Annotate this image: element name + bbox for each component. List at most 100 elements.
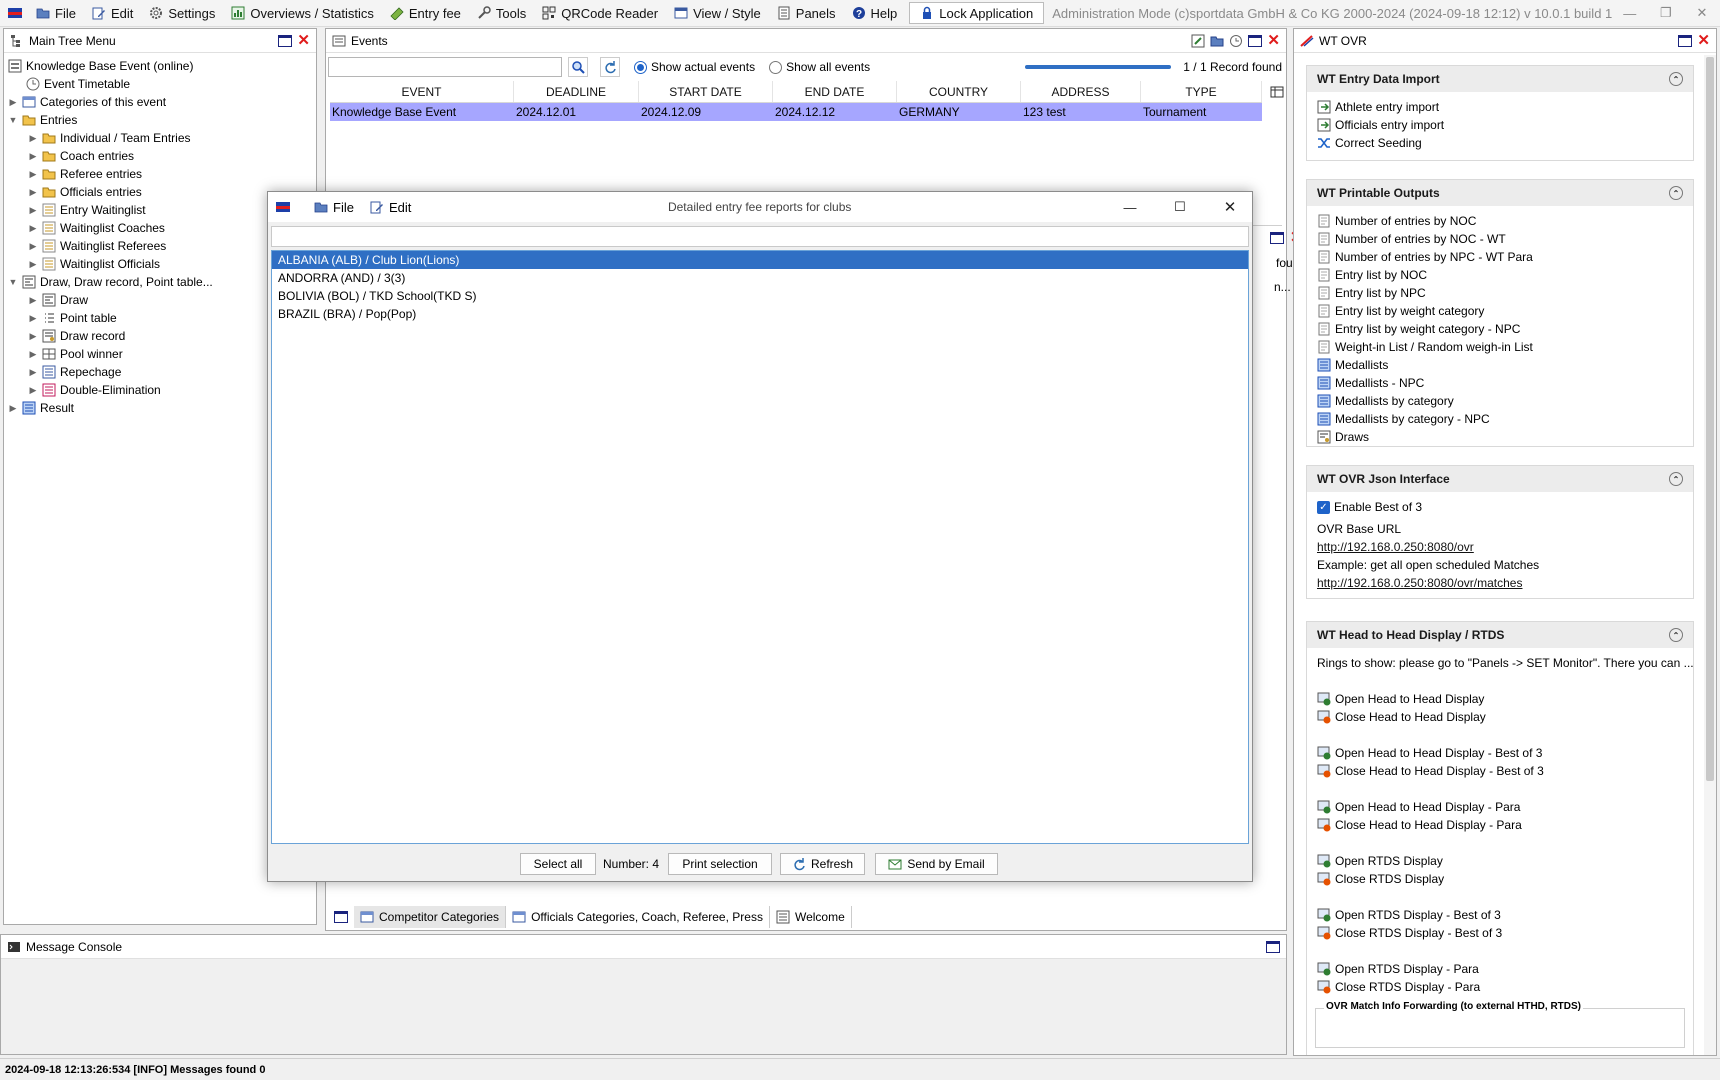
menu-entry-fee[interactable]: Entry fee: [382, 0, 469, 27]
close-h2h-display[interactable]: Close Head to Head Display: [1307, 708, 1693, 726]
expand-icon[interactable]: ▶: [8, 403, 18, 414]
tree-item-timetable[interactable]: Event Timetable: [8, 75, 314, 93]
expand-icon[interactable]: ▶: [28, 385, 38, 396]
close-panel-icon[interactable]: ✕: [1267, 33, 1280, 48]
report-item[interactable]: Number of entries by NPC - WT Para: [1307, 248, 1693, 266]
select-all-button[interactable]: Select all: [520, 853, 596, 875]
dialog-filter-input[interactable]: [271, 226, 1249, 247]
close-rtds-best3[interactable]: Close RTDS Display - Best of 3: [1307, 924, 1693, 942]
enable-best-of-3-checkbox[interactable]: ✓ Enable Best of 3: [1307, 498, 1693, 516]
menu-overviews[interactable]: Overviews / Statistics: [223, 0, 382, 27]
report-item[interactable]: Weight-in List / Random weigh-in List: [1307, 338, 1693, 356]
open-h2h-best3[interactable]: Open Head to Head Display - Best of 3: [1307, 744, 1693, 762]
menu-file[interactable]: File: [28, 0, 84, 27]
maximize-panel-icon[interactable]: [1270, 232, 1284, 244]
tree-item-categories[interactable]: ▶ Categories of this event: [8, 93, 314, 111]
collapse-icon[interactable]: ▼: [8, 277, 18, 287]
edit-report-icon[interactable]: [1191, 34, 1205, 48]
minimize-window-button[interactable]: —: [1612, 0, 1648, 27]
panel-toggle-icon[interactable]: [334, 911, 348, 923]
open-rtds[interactable]: Open RTDS Display: [1307, 852, 1693, 870]
dialog-close-button[interactable]: ✕: [1208, 194, 1252, 221]
column-header[interactable]: COUNTRY: [897, 81, 1021, 102]
history-icon[interactable]: [1229, 34, 1243, 48]
lock-application-button[interactable]: Lock Application: [909, 2, 1045, 24]
officials-entry-import[interactable]: Officials entry import: [1307, 116, 1693, 134]
dialog-menu-edit[interactable]: Edit: [370, 200, 411, 215]
open-h2h-para[interactable]: Open Head to Head Display - Para: [1307, 798, 1693, 816]
report-item[interactable]: Number of entries by NOC - WT: [1307, 230, 1693, 248]
menu-settings[interactable]: Settings: [141, 0, 223, 27]
tree-item-event-root[interactable]: Knowledge Base Event (online): [8, 57, 314, 75]
list-item[interactable]: ANDORRA (AND) / 3(3): [272, 269, 1248, 287]
dialog-menu-file[interactable]: File: [314, 200, 354, 215]
scrollbar-thumb[interactable]: [1706, 57, 1714, 781]
column-header[interactable]: ADDRESS: [1021, 81, 1141, 102]
close-panel-icon[interactable]: ✕: [1697, 33, 1710, 48]
entry-import-header[interactable]: WT Entry Data Import ⌃: [1307, 66, 1693, 92]
column-header[interactable]: EVENT: [330, 81, 514, 102]
close-panel-icon[interactable]: ✕: [297, 33, 310, 48]
list-item[interactable]: BRAZIL (BRA) / Pop(Pop): [272, 305, 1248, 323]
expand-icon[interactable]: ▶: [28, 223, 38, 234]
report-item[interactable]: Entry list by weight category - NPC: [1307, 320, 1693, 338]
send-by-email-button[interactable]: Send by Email: [875, 853, 998, 875]
open-h2h-display[interactable]: Open Head to Head Display: [1307, 690, 1693, 708]
expand-icon[interactable]: ▶: [28, 259, 38, 270]
expand-icon[interactable]: ▶: [28, 295, 38, 306]
menu-edit[interactable]: Edit: [84, 0, 141, 27]
menu-panels[interactable]: Panels: [769, 0, 844, 27]
expand-icon[interactable]: ▶: [28, 349, 38, 360]
column-chooser-icon[interactable]: [1270, 85, 1284, 99]
list-item[interactable]: BOLIVIA (BOL) / TKD School(TKD S): [272, 287, 1248, 305]
search-icon[interactable]: [568, 57, 588, 77]
close-h2h-para[interactable]: Close Head to Head Display - Para: [1307, 816, 1693, 834]
expand-icon[interactable]: ▶: [28, 187, 38, 198]
tab-welcome[interactable]: Welcome: [770, 906, 852, 928]
report-item[interactable]: Entry list by NOC: [1307, 266, 1693, 284]
correct-seeding[interactable]: Correct Seeding: [1307, 134, 1693, 152]
ovr-base-url-link[interactable]: http://192.168.0.250:8080/ovr: [1307, 538, 1693, 556]
collapse-section-icon[interactable]: ⌃: [1669, 472, 1683, 486]
collapse-icon[interactable]: ▼: [8, 115, 18, 125]
report-item[interactable]: Entry list by NPC: [1307, 284, 1693, 302]
table-row[interactable]: Knowledge Base Event 2024.12.01 2024.12.…: [330, 103, 1262, 121]
column-header[interactable]: TYPE: [1141, 81, 1262, 102]
close-window-button[interactable]: ✕: [1684, 0, 1720, 27]
expand-icon[interactable]: ▶: [28, 205, 38, 216]
column-header[interactable]: START DATE: [639, 81, 773, 102]
menu-tools[interactable]: Tools: [469, 0, 534, 27]
printable-outputs-header[interactable]: WT Printable Outputs ⌃: [1307, 180, 1693, 206]
tree-item-coach[interactable]: ▶ Coach entries: [8, 147, 314, 165]
tree-item-referee[interactable]: ▶ Referee entries: [8, 165, 314, 183]
expand-icon[interactable]: ▶: [28, 313, 38, 324]
tree-item-individual-team[interactable]: ▶ Individual / Team Entries: [8, 129, 314, 147]
close-rtds-para[interactable]: Close RTDS Display - Para: [1307, 978, 1693, 996]
tab-competitor-categories[interactable]: Competitor Categories: [354, 906, 507, 928]
tab-officials-categories[interactable]: Officials Categories, Coach, Referee, Pr…: [506, 906, 770, 928]
maximize-panel-icon[interactable]: [1248, 34, 1263, 47]
list-item[interactable]: ALBANIA (ALB) / Club Lion(Lions): [272, 251, 1248, 269]
maximize-panel-icon[interactable]: [1678, 34, 1693, 47]
close-rtds[interactable]: Close RTDS Display: [1307, 870, 1693, 888]
menu-view-style[interactable]: View / Style: [666, 0, 769, 27]
column-header[interactable]: END DATE: [773, 81, 897, 102]
dialog-maximize-button[interactable]: ☐: [1158, 194, 1202, 221]
print-selection-button[interactable]: Print selection: [668, 853, 772, 875]
expand-icon[interactable]: ▶: [8, 97, 18, 108]
refresh-icon[interactable]: [600, 57, 620, 77]
report-item[interactable]: Medallists: [1307, 356, 1693, 374]
report-item[interactable]: Medallists - NPC: [1307, 374, 1693, 392]
restore-window-button[interactable]: ❐: [1648, 0, 1684, 27]
menu-qrcode[interactable]: QRCode Reader: [534, 0, 666, 27]
json-interface-header[interactable]: WT OVR Json Interface ⌃: [1307, 466, 1693, 492]
head-to-head-header[interactable]: WT Head to Head Display / RTDS ⌃: [1307, 622, 1693, 648]
expand-icon[interactable]: ▶: [28, 151, 38, 162]
report-item[interactable]: Medallists by category: [1307, 392, 1693, 410]
maximize-panel-icon[interactable]: [1266, 940, 1280, 953]
tree-item-entries[interactable]: ▼ Entries: [8, 111, 314, 129]
report-item[interactable]: Medallists by category - NPC: [1307, 410, 1693, 428]
expand-icon[interactable]: ▶: [28, 169, 38, 180]
expand-icon[interactable]: ▶: [28, 367, 38, 378]
wt-ovr-scrollbar[interactable]: [1704, 55, 1716, 1055]
